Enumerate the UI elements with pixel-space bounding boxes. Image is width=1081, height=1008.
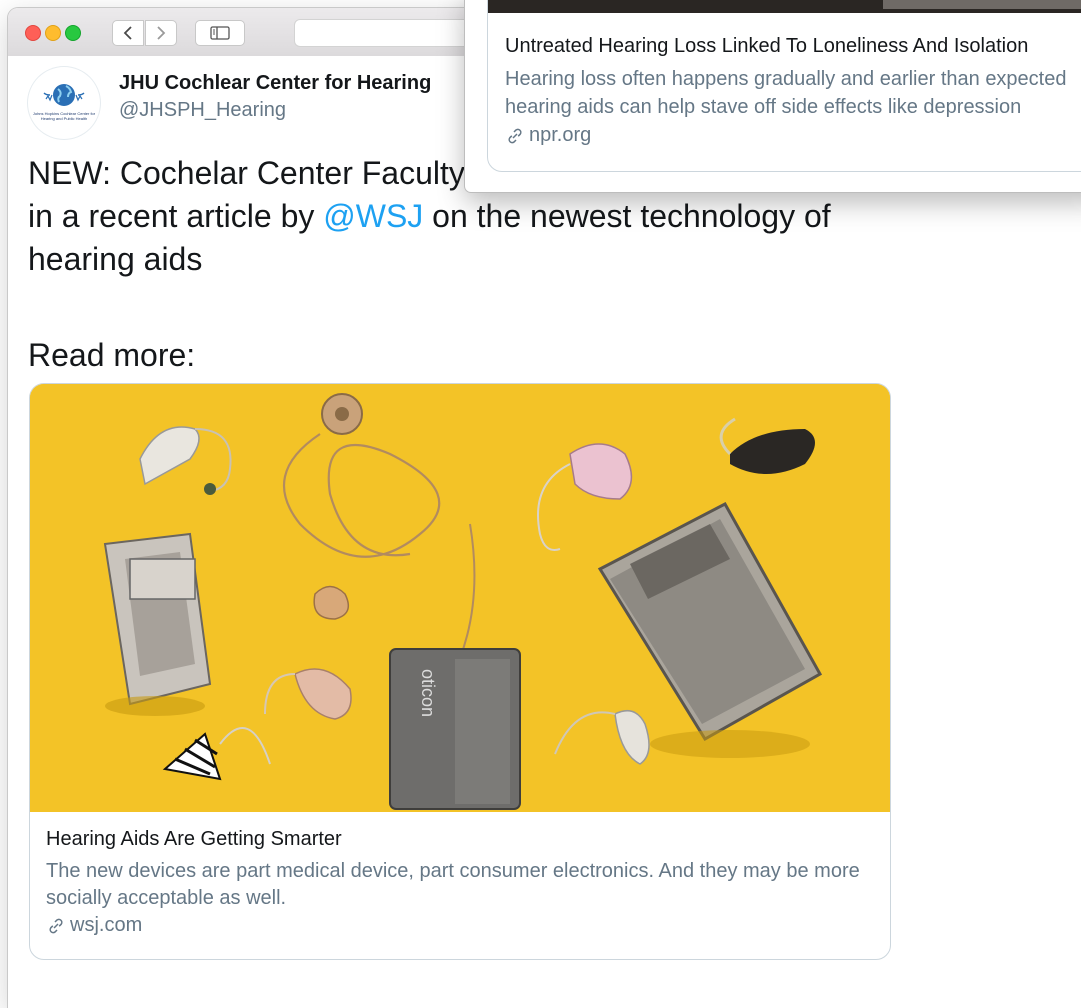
card-domain-text: wsj.com — [70, 914, 143, 936]
user-handle[interactable]: @JHSPH_Hearing — [119, 99, 286, 122]
overlay-card-description: Hearing loss often happens gradually and… — [505, 65, 1081, 121]
link-preview-card[interactable]: oticon Hearing Aids Are Getting Smarter … — [29, 383, 891, 960]
tweet-text-line2: in a recent article by — [28, 198, 324, 234]
sidebar-icon — [210, 26, 230, 40]
card-domain[interactable]: wsj.com — [46, 914, 142, 937]
overlay-card-image — [488, 0, 1081, 13]
overlay-desc-line1: Hearing loss often happens gradually and… — [505, 68, 1067, 90]
read-more-text: Read more: — [28, 337, 196, 373]
chevron-left-icon — [123, 26, 132, 40]
overlay-link-preview-card[interactable]: Untreated Hearing Loss Linked To Lonelin… — [487, 0, 1081, 172]
overlay-card-domain[interactable]: npr.org — [505, 124, 591, 147]
back-button[interactable] — [112, 20, 144, 46]
card-description: The new devices are part medical device,… — [46, 860, 860, 909]
zoom-window-button[interactable] — [65, 25, 81, 41]
display-name[interactable]: JHU Cochlear Center for Hearing — [119, 72, 431, 95]
mention-link[interactable]: @WSJ — [323, 198, 423, 234]
overlay-card-domain-text: npr.org — [529, 124, 592, 146]
card-image: oticon — [30, 384, 890, 812]
oticon-device: oticon — [389, 648, 521, 810]
link-icon — [49, 918, 63, 933]
avatar-caption: Johns Hopkins Cochlear Center for Hearin… — [32, 111, 96, 121]
oticon-label: oticon — [418, 669, 438, 717]
minimize-window-button[interactable] — [45, 25, 61, 41]
forward-button[interactable] — [145, 20, 177, 46]
hearing-aids-photo: oticon — [30, 384, 890, 812]
overlay-window: Untreated Hearing Loss Linked To Lonelin… — [465, 0, 1081, 192]
sidebar-toggle-button[interactable] — [195, 20, 245, 46]
tweet: Johns Hopkins Cochlear Center for Hearin… — [8, 56, 1081, 1008]
close-window-button[interactable] — [25, 25, 41, 41]
globe-logo-icon — [43, 84, 85, 106]
overlay-card-title[interactable]: Untreated Hearing Loss Linked To Lonelin… — [505, 35, 1028, 58]
link-icon — [508, 128, 522, 143]
avatar[interactable]: Johns Hopkins Cochlear Center for Hearin… — [28, 67, 100, 139]
in-ear-aid — [313, 585, 350, 620]
chevron-right-icon — [157, 26, 166, 40]
tweet-text-start: NEW: Cochelar Center Faculty — [28, 155, 465, 191]
overlay-desc-line2: hearing aids can help stave off side eff… — [505, 96, 1022, 118]
card-title[interactable]: Hearing Aids Are Getting Smarter — [46, 828, 342, 851]
